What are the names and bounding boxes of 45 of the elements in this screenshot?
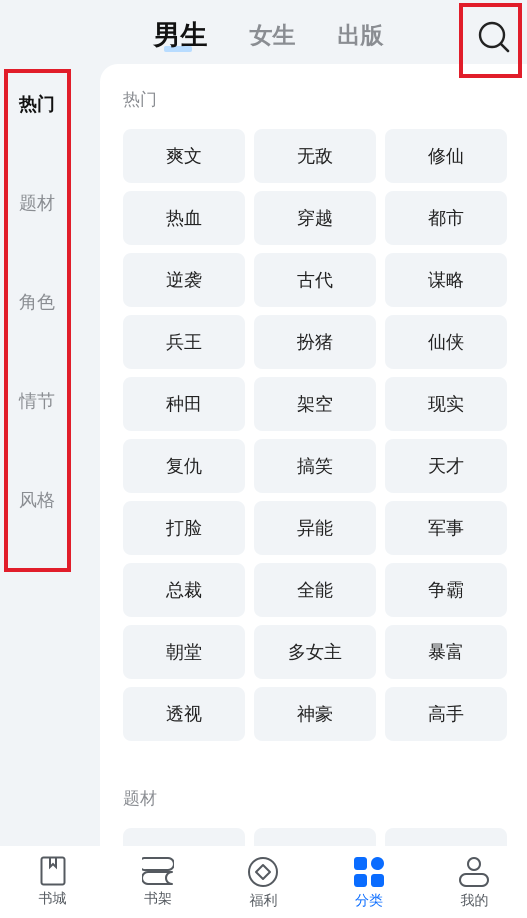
- tag-button[interactable]: 无敌: [254, 129, 376, 183]
- tag-button[interactable]: 架空: [254, 377, 376, 431]
- sidebar-item[interactable]: 热门: [19, 87, 55, 121]
- tag-button[interactable]: 穿越: [254, 191, 376, 245]
- nav-item[interactable]: 分类: [328, 846, 409, 918]
- tag-button[interactable]: 古代: [254, 253, 376, 307]
- tag-button[interactable]: 兵王: [123, 315, 245, 369]
- tag-button[interactable]: 天才: [385, 439, 507, 493]
- tag-button[interactable]: 仙侠: [385, 315, 507, 369]
- tag-button[interactable]: 种田: [123, 377, 245, 431]
- coin-icon: [247, 856, 280, 888]
- section-title: 热门: [123, 90, 157, 110]
- tag-button[interactable]: 都市: [385, 191, 507, 245]
- nav-item[interactable]: 书城: [12, 846, 93, 918]
- tag-button[interactable]: 现实: [385, 377, 507, 431]
- tag-button[interactable]: 争霸: [385, 563, 507, 617]
- tag-button[interactable]: 暴富: [385, 625, 507, 679]
- nav-item[interactable]: 我的: [434, 846, 514, 918]
- category-tab[interactable]: 男生: [154, 17, 208, 53]
- tag-button[interactable]: 逆袭: [123, 253, 245, 307]
- tag-button[interactable]: 异能: [254, 501, 376, 555]
- tag-button[interactable]: 多女主: [254, 625, 376, 679]
- tag-button[interactable]: 全能: [254, 563, 376, 617]
- tag-button[interactable]: 修仙: [385, 129, 507, 183]
- tag-button[interactable]: 透视: [123, 687, 245, 741]
- tag-button[interactable]: 扮猪: [254, 315, 376, 369]
- tag-button[interactable]: 神豪: [254, 687, 376, 741]
- nav-item[interactable]: 书架: [118, 846, 198, 918]
- tag-button[interactable]: 谋略: [385, 253, 507, 307]
- tag-button[interactable]: 高手: [385, 687, 507, 741]
- tag-button[interactable]: 打脸: [123, 501, 245, 555]
- tag-button[interactable]: 爽文: [123, 129, 245, 183]
- person-icon: [458, 856, 490, 888]
- tag-button[interactable]: 热血: [123, 191, 245, 245]
- book-icon: [40, 856, 66, 886]
- grid-icon: [352, 856, 385, 888]
- section-title: 题材: [123, 789, 157, 809]
- tag-button[interactable]: 朝堂: [123, 625, 245, 679]
- nav-item[interactable]: 福利: [223, 846, 304, 918]
- search-icon: [476, 19, 512, 55]
- tag-button[interactable]: 搞笑: [254, 439, 376, 493]
- tag-button[interactable]: 军事: [385, 501, 507, 555]
- books-icon: [142, 856, 174, 886]
- tag-button[interactable]: 总裁: [123, 563, 245, 617]
- tag-button[interactable]: 复仇: [123, 439, 245, 493]
